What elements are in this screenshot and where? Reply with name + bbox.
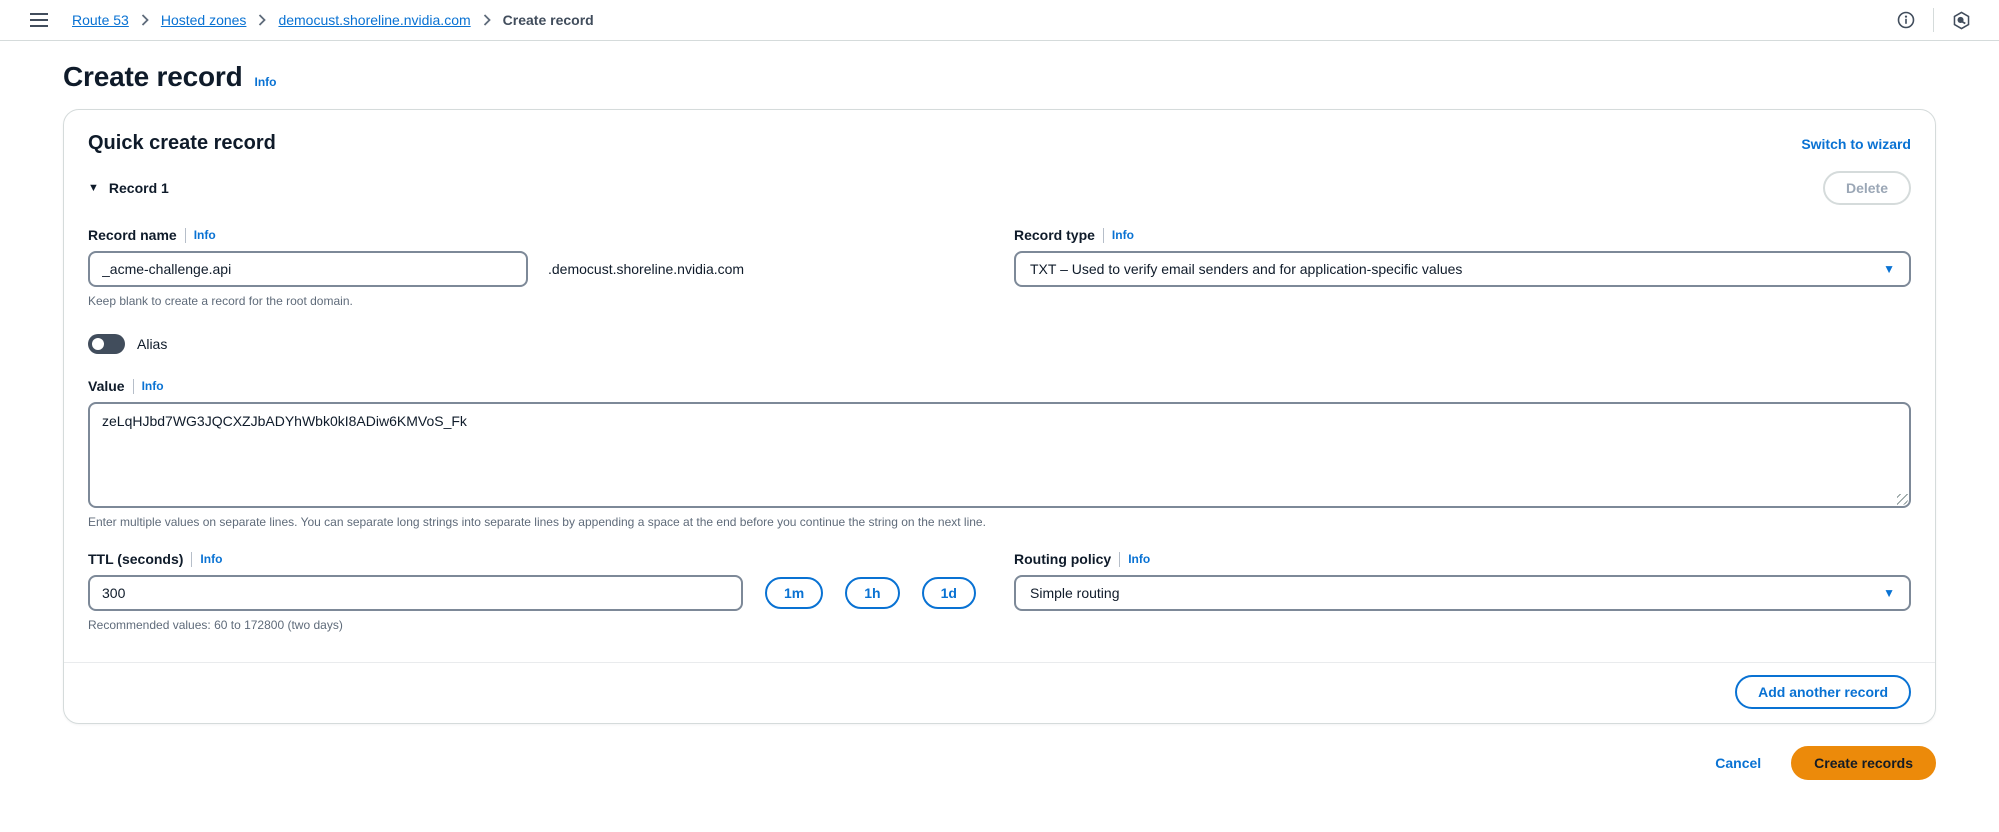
caret-down-icon: ▼ [1883,262,1895,276]
record-1-expander[interactable]: ▼ Record 1 [88,180,169,196]
label-divider [191,551,193,567]
record-name-field: Record name Info .democust.shoreline.nvi… [88,227,990,308]
record-type-field: Record type Info TXT – Used to verify em… [1014,227,1911,287]
record-type-info-link[interactable]: Info [1112,228,1134,242]
label-divider [1102,227,1104,243]
domain-suffix: .democust.shoreline.nvidia.com [548,261,745,277]
cancel-button[interactable]: Cancel [1715,755,1761,771]
topbar: Route 53 Hosted zones democust.shoreline… [0,0,1999,41]
value-field: Value Info zeLqHJbd7WG3JQCXZJbADYhWbk0kI… [64,378,1935,529]
page-title: Create record [63,61,243,92]
form-actions: Cancel Create records [63,746,1936,780]
alias-toggle[interactable] [88,334,125,354]
breadcrumb-chevron-icon [483,14,491,26]
value-info-link[interactable]: Info [142,379,164,393]
ttl-info-link[interactable]: Info [200,552,222,566]
routing-policy-field: Routing policy Info Simple routing ▼ [1014,551,1911,611]
breadcrumb-link-route53[interactable]: Route 53 [72,12,129,28]
ttl-preset-1h-button[interactable]: 1h [845,577,900,609]
delete-button[interactable]: Delete [1822,171,1911,205]
ttl-field: TTL (seconds) Info 1m 1h 1d Recommended … [88,551,990,632]
toggle-knob [92,338,104,350]
menu-icon[interactable] [26,9,52,31]
breadcrumb: Route 53 Hosted zones democust.shoreline… [72,12,594,28]
breadcrumb-link-hosted-zone-name[interactable]: democust.shoreline.nvidia.com [278,12,470,28]
record-header-label: Record 1 [108,180,169,196]
routing-policy-selected-value: Simple routing [1030,585,1120,601]
card-title: Quick create record [88,132,276,154]
add-another-record-button[interactable]: Add another record [1735,675,1911,709]
page: Route 53 Hosted zones democust.shoreline… [0,0,1999,832]
record-name-input[interactable] [88,251,528,287]
page-title-row: Create record Info [63,61,1936,93]
record-name-label: Record name [88,227,177,243]
topbar-divider [1933,8,1934,32]
caret-down-icon: ▼ [1883,586,1895,600]
record-header-row: ▼ Record 1 Delete [64,171,1935,205]
record-type-selected-value: TXT – Used to verify email senders and f… [1030,261,1463,277]
value-label: Value [88,378,125,394]
value-help: Enter multiple values on separate lines.… [88,515,986,529]
value-textarea[interactable]: zeLqHJbd7WG3JQCXZJbADYhWbk0kI8ADiw6KMVoS… [88,402,1911,508]
topbar-right [1895,8,1973,32]
record-type-select[interactable]: TXT – Used to verify email senders and f… [1014,251,1911,287]
switch-to-wizard-link[interactable]: Switch to wizard [1801,136,1911,152]
breadcrumb-chevron-icon [141,14,149,26]
record-name-info-link[interactable]: Info [194,228,216,242]
breadcrumb-link-hosted-zones[interactable]: Hosted zones [161,12,247,28]
create-records-button[interactable]: Create records [1791,746,1936,780]
routing-policy-label: Routing policy [1014,551,1112,567]
alias-label: Alias [137,336,168,352]
main-content: Create record Info Quick create record S… [0,61,1999,780]
alias-row: Alias [64,334,1935,354]
ttl-input[interactable] [88,575,743,611]
routing-policy-info-link[interactable]: Info [1128,552,1150,566]
ttl-help: Recommended values: 60 to 172800 (two da… [88,618,343,632]
ttl-label: TTL (seconds) [88,551,184,567]
ttl-routing-row: TTL (seconds) Info 1m 1h 1d Recommended … [64,551,1935,632]
routing-policy-select[interactable]: Simple routing ▼ [1014,575,1911,611]
ttl-preset-1d-button[interactable]: 1d [921,577,976,609]
label-divider [132,378,134,394]
collapse-caret-icon: ▼ [88,181,99,194]
breadcrumb-current: Create record [502,12,594,28]
card-header: Quick create record Switch to wizard [64,110,1935,159]
info-panel-icon[interactable] [1895,9,1917,31]
ttl-preset-1m-button[interactable]: 1m [765,577,824,609]
card-footer: Add another record [64,662,1935,723]
record-name-help: Keep blank to create a record for the ro… [88,294,353,308]
cloudshell-icon[interactable] [1950,9,1973,32]
quick-create-card: Quick create record Switch to wizard ▼ R… [63,109,1936,724]
label-divider [184,227,186,243]
label-divider [1119,551,1121,567]
page-info-link[interactable]: Info [254,75,276,89]
breadcrumb-chevron-icon [258,14,267,26]
name-type-row: Record name Info .democust.shoreline.nvi… [64,227,1935,308]
record-type-label: Record type [1014,227,1095,243]
